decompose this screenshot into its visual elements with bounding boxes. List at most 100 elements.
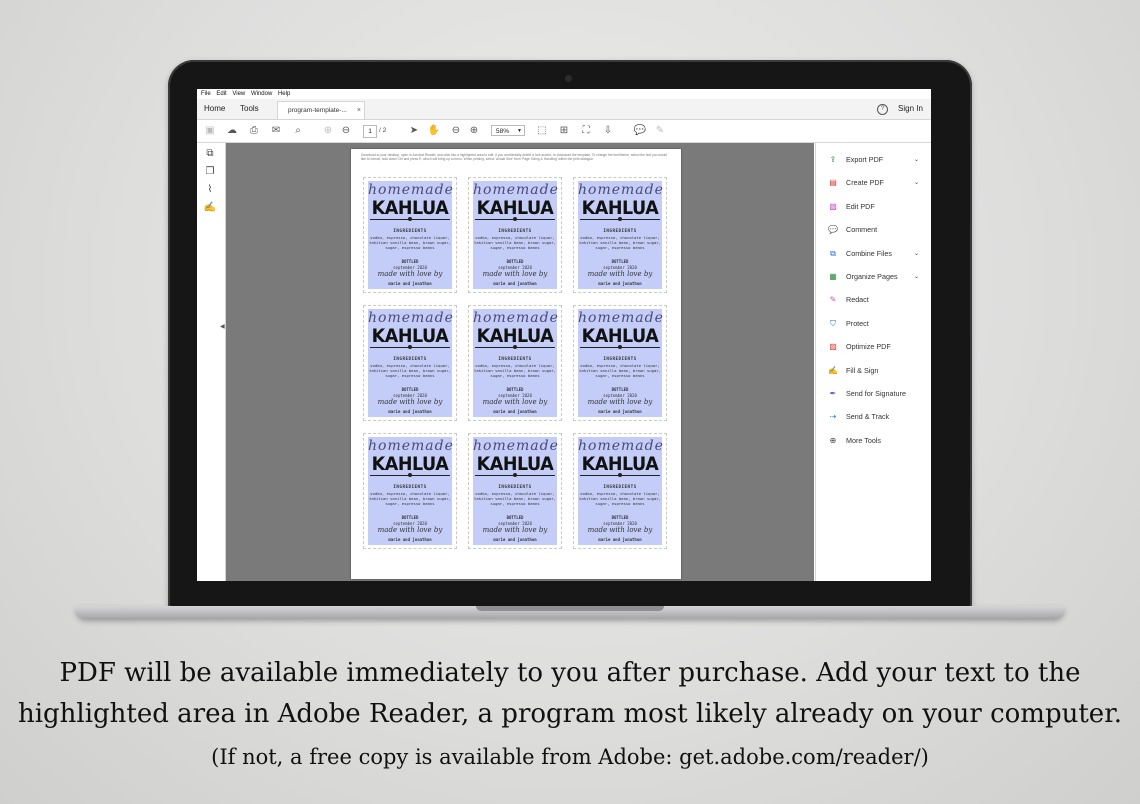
label-title: KAHLUA [581, 325, 659, 347]
label-card[interactable]: homemade KAHLUA INGREDIENTS vodka, espresso… [573, 305, 667, 421]
menu-window[interactable]: Window [251, 89, 272, 99]
attachment-icon[interactable]: ⌇ [203, 183, 217, 197]
upload-cloud-icon[interactable]: ☁ [225, 124, 239, 138]
tool-send-track[interactable]: ⇢ Send & Track [828, 410, 931, 424]
zoom-select[interactable]: 58% ▼ [491, 125, 525, 136]
protect-icon: ⛉ [830, 318, 836, 328]
menu-view[interactable]: View [232, 89, 245, 99]
pen-icon[interactable]: ✎ [653, 124, 667, 138]
label-card[interactable]: homemade KAHLUA INGREDIENTS vodka, espresso… [468, 433, 562, 549]
label-bottled-heading: BOTTLED [611, 259, 629, 264]
laptop-lid: File Edit View Window Help Home Tools pr… [168, 60, 972, 608]
comment-icon: 💬 [828, 225, 838, 235]
label-divider-dot [408, 217, 412, 221]
label-card[interactable]: homemade KAHLUA INGREDIENTS vodka, espresso… [468, 177, 562, 293]
label-card[interactable]: homemade KAHLUA INGREDIENTS vodka, espresso… [573, 177, 667, 293]
print-icon[interactable]: ⎙ [247, 124, 261, 138]
highlighted-field[interactable]: homemade KAHLUA INGREDIENTS vodka, espresso… [578, 309, 663, 417]
label-ingredients: vodka, espresso, chocolate liquor, tahit… [474, 363, 556, 378]
label-ingredients: vodka, espresso, chocolate liquor, tahit… [369, 363, 451, 378]
chevron-down-icon[interactable]: ⌄ [914, 270, 919, 284]
scroll-mode-icon[interactable]: ⊞ [557, 124, 571, 138]
highlighted-field[interactable]: homemade KAHLUA INGREDIENTS vodka, espresso… [473, 181, 559, 289]
tab-document[interactable]: program-template-... × [277, 101, 365, 119]
tool-label: Redact [846, 295, 869, 305]
tool-export-pdf[interactable]: ⇪ Export PDF ⌄ [828, 153, 931, 167]
label-divider-dot [513, 473, 517, 477]
highlighted-field[interactable]: homemade KAHLUA INGREDIENTS vodka, espresso… [368, 437, 453, 545]
signature-icon[interactable]: ✍ [203, 201, 217, 215]
label-bottled-heading: BOTTLED [401, 387, 419, 392]
label-card[interactable]: homemade KAHLUA INGREDIENTS vodka, espresso… [573, 433, 667, 549]
page-up-icon[interactable]: ⊕ [321, 124, 335, 138]
sign-in-link[interactable]: Sign In [898, 99, 923, 119]
tool-redact[interactable]: ✎ Redact [828, 293, 931, 307]
copy-pages-icon[interactable]: ❐ [203, 165, 217, 179]
label-ingredients-heading: INGREDIENTS [603, 484, 637, 489]
help-icon[interactable]: ? [877, 104, 888, 115]
tool-send-signature[interactable]: ✒ Send for Signature [828, 387, 931, 401]
page-thumbnails-icon[interactable]: ⧉ [203, 147, 217, 161]
comment-bubble-icon[interactable]: 💬 [633, 124, 647, 138]
laptop-notch [476, 606, 664, 611]
label-card[interactable]: homemade KAHLUA INGREDIENTS vodka, espresso… [363, 305, 457, 421]
camera-dot [565, 75, 572, 82]
read-mode-icon[interactable]: ⇩ [601, 124, 615, 138]
left-navigation-rail: ⧉ ❐ ⌇ ✍ ◀ [197, 143, 226, 581]
edit-pdf-icon: ▧ [829, 201, 837, 211]
highlighted-field[interactable]: homemade KAHLUA INGREDIENTS vodka, espresso… [578, 437, 663, 545]
chevron-down-icon[interactable]: ⌄ [914, 153, 919, 167]
fit-page-icon[interactable]: ⬚ [535, 124, 549, 138]
page-number-input[interactable]: 1 [363, 125, 377, 138]
label-title: KAHLUA [476, 197, 554, 219]
tool-label: Combine Files [846, 248, 892, 258]
tool-fill-sign[interactable]: ✍ Fill & Sign [828, 364, 931, 378]
tool-label: Export PDF [846, 155, 884, 164]
menu-file[interactable]: File [201, 89, 211, 99]
menu-edit[interactable]: Edit [216, 89, 226, 99]
tool-edit-pdf[interactable]: ▧ Edit PDF [828, 200, 931, 214]
highlighted-field[interactable]: homemade KAHLUA INGREDIENTS vodka, espresso… [578, 181, 663, 289]
email-icon[interactable]: ✉ [269, 124, 283, 138]
chevron-down-icon[interactable]: ⌄ [914, 247, 919, 261]
highlighted-field[interactable]: homemade KAHLUA INGREDIENTS vodka, espresso… [473, 437, 558, 545]
search-icon[interactable]: ⌕ [291, 124, 305, 138]
tool-comment[interactable]: 💬 Comment [828, 223, 931, 237]
label-script-text: homemade [473, 182, 559, 198]
save-icon[interactable]: ▣ [203, 124, 217, 138]
fill-sign-icon: ✍ [828, 365, 838, 375]
label-divider-dot [618, 473, 622, 477]
tool-combine-files[interactable]: ⧉ Combine Files ⌄ [828, 247, 931, 261]
zoom-out-icon[interactable]: ⊖ [449, 124, 463, 138]
label-card[interactable]: homemade KAHLUA INGREDIENTS vodka, espresso… [363, 433, 457, 549]
label-names: marie and jonathon [598, 281, 642, 286]
document-canvas[interactable]: Download to your desktop, open in Acroba… [226, 143, 814, 581]
close-tab-icon[interactable]: × [357, 102, 361, 120]
tab-home[interactable]: Home [204, 99, 225, 119]
select-cursor-icon[interactable]: ➤ [407, 124, 421, 138]
collapse-left-icon[interactable]: ◀ [220, 323, 225, 330]
label-card[interactable]: homemade KAHLUA INGREDIENTS vodka, espresso… [363, 177, 457, 293]
full-screen-icon[interactable]: ⛶ [579, 124, 593, 138]
zoom-in-icon[interactable]: ⊕ [467, 124, 481, 138]
label-card[interactable]: homemade KAHLUA INGREDIENTS vodka, espresso… [468, 305, 562, 421]
menu-help[interactable]: Help [278, 89, 290, 99]
label-ingredients-heading: INGREDIENTS [498, 356, 532, 361]
tool-organize-pages[interactable]: ▦ Organize Pages ⌄ [828, 270, 931, 284]
highlighted-field[interactable]: homemade KAHLUA INGREDIENTS vodka, espresso… [368, 181, 454, 289]
tool-protect[interactable]: ⛉ Protect [828, 317, 931, 331]
highlighted-field[interactable]: homemade KAHLUA INGREDIENTS vodka, espresso… [473, 309, 558, 417]
chevron-down-icon[interactable]: ⌄ [914, 176, 919, 190]
tool-optimize-pdf[interactable]: ▨ Optimize PDF [828, 340, 931, 354]
label-love-line: made with love by [482, 526, 548, 534]
redact-icon: ✎ [829, 295, 837, 305]
hand-tool-icon[interactable]: ✋ [427, 124, 441, 138]
page-down-icon[interactable]: ⊖ [339, 124, 353, 138]
label-love-line: made with love by [377, 398, 443, 406]
label-script-text: homemade [368, 182, 454, 198]
tab-tools[interactable]: Tools [240, 99, 259, 119]
tool-more-tools[interactable]: ⊕ More Tools [828, 434, 931, 448]
laptop-base [76, 606, 1064, 618]
highlighted-field[interactable]: homemade KAHLUA INGREDIENTS vodka, espresso… [368, 309, 453, 417]
tool-create-pdf[interactable]: ▤ Create PDF ⌄ [828, 176, 931, 190]
